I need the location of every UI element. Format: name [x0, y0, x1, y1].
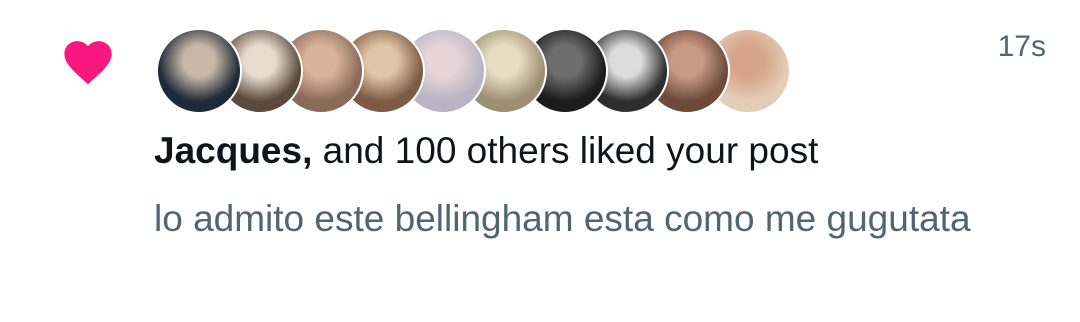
- post-preview[interactable]: lo admito este bellingham esta como me g…: [154, 190, 974, 248]
- avatar[interactable]: [156, 28, 242, 114]
- liker-name[interactable]: Jacques,: [154, 130, 312, 171]
- like-notification[interactable]: 17s Jacques, and 100 others liked your p…: [0, 0, 1080, 322]
- liked-text: and 100 others liked your post: [312, 130, 819, 171]
- heart-icon: [64, 41, 112, 85]
- liked-summary: Jacques, and 100 others liked your post: [154, 128, 818, 174]
- timestamp[interactable]: 17s: [998, 30, 1046, 64]
- liker-avatars: [156, 28, 791, 114]
